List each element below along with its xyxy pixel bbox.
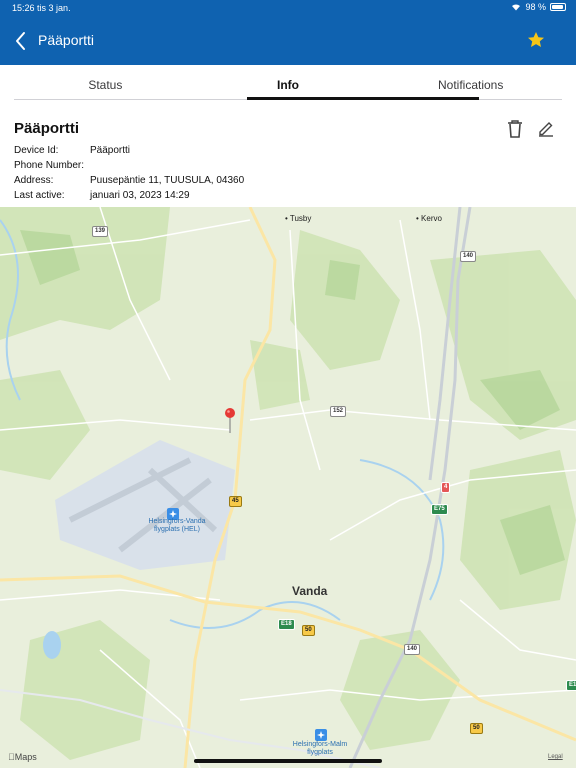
tab-status[interactable]: Status: [14, 65, 197, 100]
tab-info[interactable]: Info: [197, 65, 380, 100]
road-shield-139: 139: [92, 226, 109, 237]
last-active-value: januari 03, 2023 14:29: [90, 190, 190, 201]
battery-icon: [550, 3, 566, 11]
malm-airport-icon: [315, 729, 327, 741]
airport-label: Helsingfors-Vanda flygplats (HEL): [148, 518, 206, 533]
road-shield-4: 4: [441, 482, 451, 493]
trash-icon[interactable]: [506, 119, 524, 139]
home-indicator[interactable]: [194, 759, 382, 763]
navigation-bar: Pääportti: [0, 26, 576, 56]
road-shield-e18: E18: [278, 619, 295, 630]
tab-bar: Status Info Notifications: [14, 65, 562, 100]
apple-maps-logo: Maps: [8, 752, 37, 762]
place-kervo: • Kervo: [416, 214, 442, 223]
status-indicators: 98 %: [511, 2, 566, 12]
address-value: Puusepäntie 11, TUUSULA, 04360: [90, 175, 245, 186]
road-shield-140: 140: [460, 251, 477, 262]
place-vanda: Vanda: [292, 584, 328, 598]
pencil-icon[interactable]: [537, 119, 555, 137]
active-tab-indicator: [247, 97, 479, 100]
road-shield-e75: E75: [431, 504, 448, 515]
road-shield-50-east: 50: [470, 723, 483, 734]
battery-percent: 98 %: [525, 2, 546, 12]
app-header: 15:26 tis 3 jan. 98 % Pääportti: [0, 0, 576, 65]
map-background: [0, 207, 576, 768]
page-title: Pääportti: [38, 32, 95, 48]
wifi-icon: [512, 4, 521, 11]
legal-link[interactable]: Legal: [548, 754, 563, 760]
map-view[interactable]: • Tusby • Kervo Vanda 139 140 152 45 4 E…: [0, 207, 576, 768]
road-shield-140-south: 140: [404, 644, 421, 655]
star-icon[interactable]: [526, 30, 546, 50]
road-shield-e1: E1: [566, 680, 576, 691]
device-id-value: Pääportti: [90, 145, 131, 156]
road-shield-45: 45: [229, 496, 242, 507]
phone-number-label: Phone Number:: [14, 160, 85, 171]
place-tusby: • Tusby: [285, 214, 312, 223]
tab-notifications[interactable]: Notifications: [379, 65, 562, 100]
chevron-left-icon[interactable]: [10, 29, 32, 53]
status-bar: 15:26 tis 3 jan. 98 %: [0, 0, 576, 16]
road-shield-152: 152: [330, 406, 347, 417]
malm-airport-label: Helsingfors-Malm flygplats: [292, 741, 348, 756]
road-shield-50: 50: [302, 625, 315, 636]
location-pin-icon[interactable]: [224, 408, 236, 434]
device-name: Pääportti: [14, 120, 80, 137]
status-time: 15:26 tis 3 jan.: [12, 3, 71, 13]
